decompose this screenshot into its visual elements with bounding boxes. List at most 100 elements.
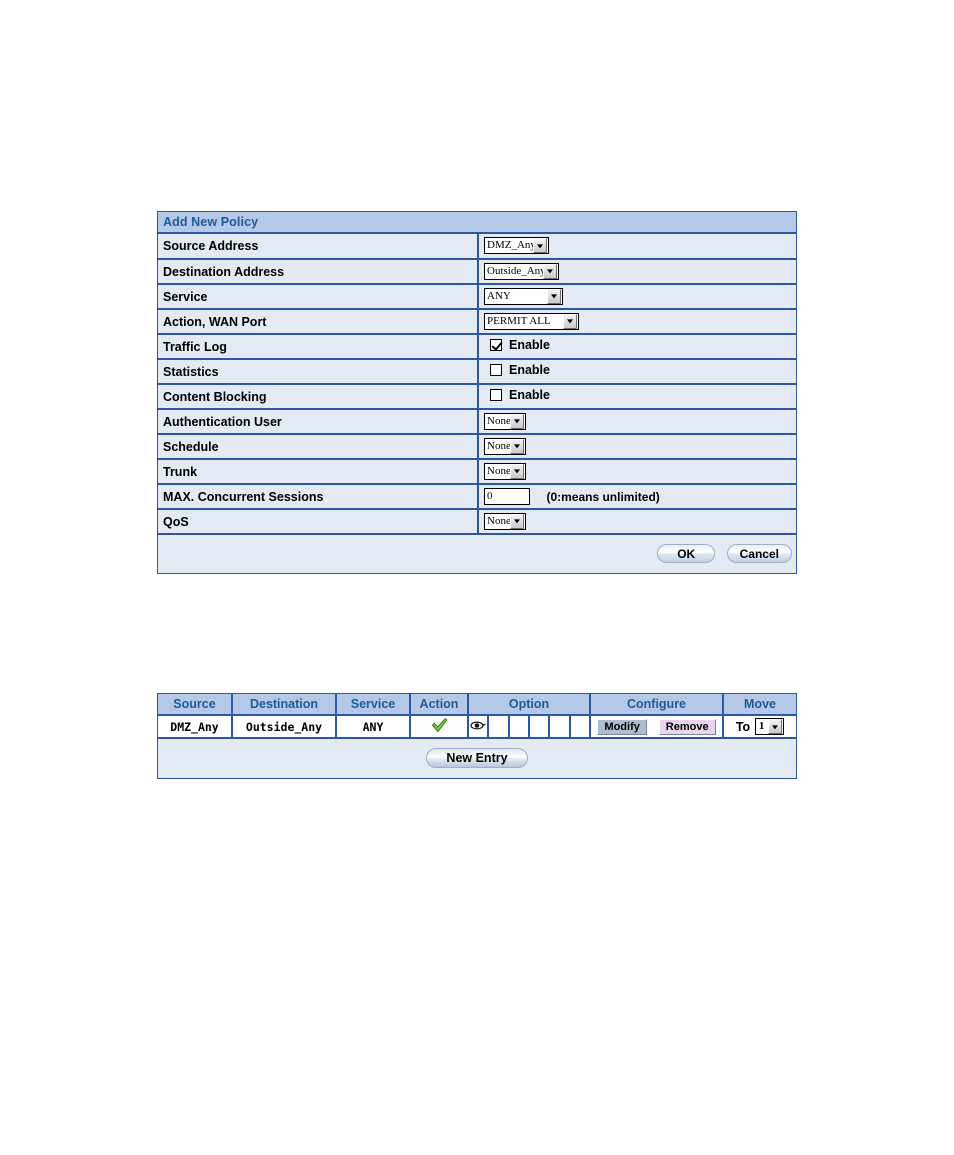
form-row-statistics: Statistics Enable <box>158 359 796 385</box>
form-row-authentication-user: Authentication User None <box>158 409 796 435</box>
label-service: Service <box>158 284 479 310</box>
content-blocking-enable-label: Enable <box>509 387 550 402</box>
service-value: ANY <box>487 289 511 302</box>
authentication-user-value: None <box>487 414 510 427</box>
move-position-select[interactable]: 1 <box>755 718 785 735</box>
column-header-action: Action <box>410 694 469 716</box>
table-row: DMZ_Any Outside_Any ANY Modify Remove To… <box>158 715 796 739</box>
traffic-log-enable-label: Enable <box>509 337 550 352</box>
cell-service: ANY <box>478 284 796 310</box>
authentication-user-select[interactable]: None <box>484 412 526 430</box>
action-wan-port-select[interactable]: PERMIT ALL <box>484 312 579 330</box>
label-destination-address: Destination Address <box>158 259 479 285</box>
content-blocking-checkbox-wrap[interactable]: Enable <box>490 388 550 402</box>
remove-button[interactable]: Remove <box>658 718 716 735</box>
trunk-value: None <box>487 464 510 477</box>
schedule-value: None <box>487 439 510 452</box>
option-subcell-2[interactable] <box>489 716 510 737</box>
source-address-select[interactable]: DMZ_Any <box>484 237 549 255</box>
form-row-schedule: Schedule None <box>158 434 796 460</box>
policy-form-footer: OK Cancel <box>158 535 796 573</box>
ok-button[interactable]: OK <box>657 544 716 563</box>
qos-value: None <box>487 514 510 527</box>
qos-select[interactable]: None <box>484 512 526 530</box>
trunk-select[interactable]: None <box>484 462 526 480</box>
option-subcell-6[interactable] <box>570 716 589 737</box>
move-to-label: To <box>735 719 751 734</box>
label-content-blocking: Content Blocking <box>158 384 479 410</box>
cell-statistics: Enable <box>478 359 796 385</box>
cell-qos: None <box>478 509 796 535</box>
chevron-down-icon[interactable] <box>510 413 524 429</box>
cell-option <box>468 715 591 739</box>
policy-list-header-row: Source Destination Service Action Option… <box>158 694 796 716</box>
modify-button[interactable]: Modify <box>597 718 647 735</box>
label-max-concurrent-sessions: MAX. Concurrent Sessions <box>158 484 479 510</box>
cell-configure: Modify Remove <box>590 715 724 739</box>
chevron-down-icon[interactable] <box>768 719 783 734</box>
chevron-down-icon[interactable] <box>543 263 557 279</box>
policy-list-panel: Source Destination Service Action Option… <box>157 693 797 779</box>
destination-address-value: Outside_Any <box>487 264 543 277</box>
chevron-down-icon[interactable] <box>510 513 524 529</box>
column-header-configure: Configure <box>590 694 724 716</box>
policy-list-footer: New Entry <box>158 739 796 778</box>
traffic-log-checkbox[interactable] <box>490 338 502 351</box>
policy-list-table: Source Destination Service Action Option… <box>158 694 796 739</box>
cell-source-address: DMZ_Any <box>478 234 796 260</box>
cell-destination: Outside_Any <box>232 715 337 739</box>
schedule-select[interactable]: None <box>484 437 526 455</box>
add-new-policy-panel: Add New Policy Source Address DMZ_Any De… <box>157 211 797 574</box>
option-subcell-3[interactable] <box>509 716 530 737</box>
option-subcell-5[interactable] <box>550 716 571 737</box>
destination-address-select[interactable]: Outside_Any <box>484 262 559 280</box>
label-action-wan-port: Action, WAN Port <box>158 309 479 335</box>
action-wan-port-value: PERMIT ALL <box>487 314 551 327</box>
label-schedule: Schedule <box>158 434 479 460</box>
max-concurrent-sessions-input[interactable]: 0 <box>484 487 530 505</box>
cancel-button[interactable]: Cancel <box>726 544 792 563</box>
column-header-source: Source <box>158 694 233 716</box>
cell-destination-address: Outside_Any <box>478 259 796 285</box>
label-qos: QoS <box>158 509 479 535</box>
label-source-address: Source Address <box>158 234 479 260</box>
statistics-checkbox[interactable] <box>490 363 502 376</box>
column-header-option: Option <box>468 694 591 716</box>
form-row-action-wan-port: Action, WAN Port PERMIT ALL <box>158 309 796 335</box>
form-row-max-concurrent-sessions: MAX. Concurrent Sessions 0 (0:means unli… <box>158 484 796 510</box>
move-control: To 1 <box>735 718 785 735</box>
max-concurrent-sessions-hint: (0:means unlimited) <box>546 489 660 504</box>
form-row-qos: QoS None <box>158 509 796 535</box>
chevron-down-icon[interactable] <box>547 288 561 304</box>
cell-move: To 1 <box>723 715 796 739</box>
option-subcell-4[interactable] <box>529 716 551 737</box>
page-title: Add New Policy <box>158 212 796 234</box>
chevron-down-icon[interactable] <box>510 438 524 454</box>
cell-schedule: None <box>478 434 796 460</box>
service-select[interactable]: ANY <box>484 287 563 305</box>
cell-content-blocking: Enable <box>478 384 796 410</box>
cell-action-wan-port: PERMIT ALL <box>478 309 796 335</box>
chevron-down-icon[interactable] <box>563 313 577 329</box>
traffic-log-checkbox-wrap[interactable]: Enable <box>490 338 550 352</box>
new-entry-button[interactable]: New Entry <box>426 748 528 768</box>
cell-traffic-log: Enable <box>478 334 796 360</box>
chevron-down-icon[interactable] <box>510 463 524 479</box>
label-statistics: Statistics <box>158 359 479 385</box>
form-row-destination-address: Destination Address Outside_Any <box>158 259 796 285</box>
policy-form-table: Source Address DMZ_Any Destination Addre… <box>158 234 796 535</box>
form-row-traffic-log: Traffic Log Enable <box>158 334 796 360</box>
form-row-source-address: Source Address DMZ_Any <box>158 234 796 260</box>
label-traffic-log: Traffic Log <box>158 334 479 360</box>
label-authentication-user: Authentication User <box>158 409 479 435</box>
statistics-checkbox-wrap[interactable]: Enable <box>490 363 550 377</box>
content-blocking-checkbox[interactable] <box>490 388 502 401</box>
form-row-trunk: Trunk None <box>158 459 796 485</box>
option-subcell-1[interactable] <box>469 716 490 737</box>
column-header-destination: Destination <box>232 694 337 716</box>
form-row-service: Service ANY <box>158 284 796 310</box>
move-position-value: 1 <box>758 720 765 732</box>
chevron-down-icon[interactable] <box>533 238 547 254</box>
page-canvas: Add New Policy Source Address DMZ_Any De… <box>0 0 954 1155</box>
cell-trunk: None <box>478 459 796 485</box>
